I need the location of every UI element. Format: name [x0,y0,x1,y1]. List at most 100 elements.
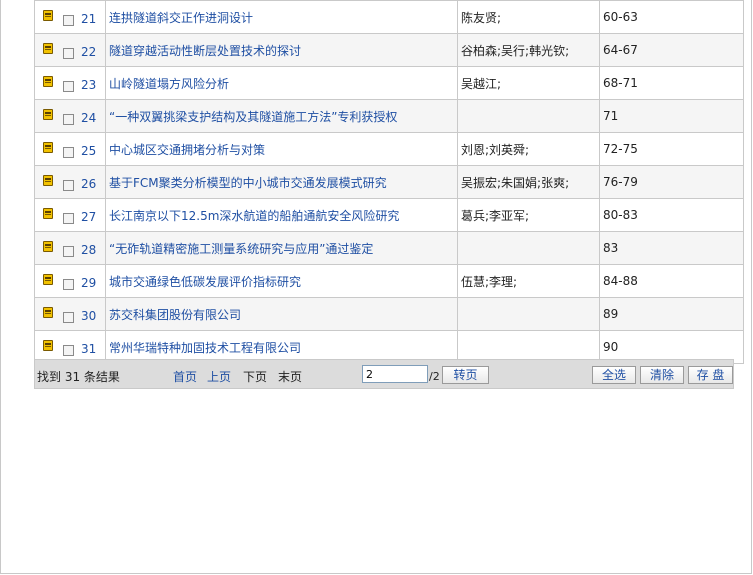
row-checkbox[interactable] [63,81,74,92]
row-checkbox[interactable] [63,345,74,356]
page-range: 84-88 [603,274,638,288]
row-controls: 30 [34,297,106,331]
article-title-link[interactable]: “无砟轨道精密施工测量系统研究与应用”通过鉴定 [109,242,373,256]
row-number: 23 [81,78,97,92]
page-range: 76-79 [603,175,638,189]
row-number: 21 [81,12,97,26]
result-count: 找到 31 条结果 [37,370,120,384]
row-number: 26 [81,177,97,191]
page-number-input[interactable] [362,365,428,383]
pages-cell: 68-71 [599,66,744,100]
clear-button[interactable]: 清除 [640,366,684,384]
pages-cell: 72-75 [599,132,744,166]
row-checkbox[interactable] [63,180,74,191]
title-cell: 城市交通绿色低碳发展评价指标研究 [105,264,458,298]
author-cell: 葛兵;李亚军; [457,198,600,232]
row-controls: 27 [34,198,106,232]
table-row: 22 隧道穿越活动性断层处置技术的探讨 谷柏森;吴行;韩光钦; 64-67 [34,33,744,67]
author-cell: 谷柏森;吴行;韩光钦; [457,33,600,67]
document-icon[interactable] [43,10,53,21]
article-title-link[interactable]: 山岭隧道塌方风险分析 [109,77,229,91]
article-title-link[interactable]: 城市交通绿色低碳发展评价指标研究 [109,275,301,289]
document-icon[interactable] [43,109,53,120]
document-icon[interactable] [43,307,53,318]
row-checkbox[interactable] [63,114,74,125]
article-title-link[interactable]: 中心城区交通拥堵分析与对策 [109,143,265,157]
total-pages: /2 [429,370,440,383]
page-range: 60-63 [603,10,638,24]
title-cell: “无砟轨道精密施工测量系统研究与应用”通过鉴定 [105,231,458,265]
row-controls: 24 [34,99,106,133]
article-title-link[interactable]: 隧道穿越活动性断层处置技术的探讨 [109,44,301,58]
article-title-link[interactable]: 苏交科集团股份有限公司 [109,308,241,322]
document-icon[interactable] [43,76,53,87]
author-text: 葛兵;李亚军; [461,208,530,223]
row-number: 22 [81,45,97,59]
author-text: 陈友贤; [461,10,502,25]
page-range: 90 [603,340,619,354]
page-range: 71 [603,109,619,123]
article-title-link[interactable]: 连拱隧道斜交正作进洞设计 [109,11,253,25]
row-checkbox[interactable] [63,48,74,59]
article-title-link[interactable]: 基于FCM聚类分析模型的中小城市交通发展模式研究 [109,176,387,190]
pages-cell: 76-79 [599,165,744,199]
pages-cell: 64-67 [599,33,744,67]
row-checkbox[interactable] [63,213,74,224]
row-checkbox[interactable] [63,246,74,257]
last-page-text: 末页 [278,370,303,384]
row-controls: 28 [34,231,106,265]
article-title-link[interactable]: 常州华瑞特种加固技术工程有限公司 [109,341,301,355]
document-icon[interactable] [43,241,53,252]
pages-cell: 60-63 [599,0,744,34]
row-controls: 25 [34,132,106,166]
save-button[interactable]: 存 盘 [688,366,733,384]
row-controls: 22 [34,33,106,67]
pages-cell: 80-83 [599,198,744,232]
document-icon[interactable] [43,340,53,351]
title-cell: 苏交科集团股份有限公司 [105,297,458,331]
row-checkbox[interactable] [63,312,74,323]
select-all-button[interactable]: 全选 [592,366,636,384]
title-cell: 中心城区交通拥堵分析与对策 [105,132,458,166]
pager-bar: 找到 31 条结果 首页 上页 下页 末页 /2 转页 全选 清除 存 盘 [34,359,734,389]
title-cell: 山岭隧道塌方风险分析 [105,66,458,100]
table-row: 29 城市交通绿色低碳发展评价指标研究 伍慧;李理; 84-88 [34,264,744,298]
document-icon[interactable] [43,208,53,219]
author-cell: 伍慧;李理; [457,264,600,298]
row-number: 31 [81,342,97,356]
title-cell: 基于FCM聚类分析模型的中小城市交通发展模式研究 [105,165,458,199]
next-page-text: 下页 [243,370,268,384]
row-checkbox[interactable] [63,147,74,158]
document-icon[interactable] [43,175,53,186]
title-cell: 长江南京以下12.5m深水航道的船舶通航安全风险研究 [105,198,458,232]
row-checkbox[interactable] [63,15,74,26]
page-range: 64-67 [603,43,638,57]
document-icon[interactable] [43,43,53,54]
author-text: 刘恩;刘英舜; [461,142,530,157]
author-text: 谷柏森;吴行;韩光钦; [461,43,570,58]
table-row: 28 “无砟轨道精密施工测量系统研究与应用”通过鉴定 83 [34,231,744,265]
results-table: 21 连拱隧道斜交正作进洞设计 陈友贤; 60-63 22 隧道穿越活动性断层处置技术的探… [34,0,744,364]
author-cell [457,99,600,133]
prev-page-link[interactable]: 上页 [207,368,231,385]
title-cell: “一种双翼挑梁支护结构及其隧道施工方法”专利获授权 [105,99,458,133]
first-page-link[interactable]: 首页 [173,368,197,385]
pages-cell: 89 [599,297,744,331]
go-page-button[interactable]: 转页 [442,366,489,384]
document-icon[interactable] [43,142,53,153]
row-number: 27 [81,210,97,224]
author-cell: 陈友贤; [457,0,600,34]
row-controls: 29 [34,264,106,298]
pages-cell: 84-88 [599,264,744,298]
table-row: 25 中心城区交通拥堵分析与对策 刘恩;刘英舜; 72-75 [34,132,744,166]
pages-cell: 71 [599,99,744,133]
row-checkbox[interactable] [63,279,74,290]
author-text: 吴振宏;朱国娟;张爽; [461,175,570,190]
table-row: 27 长江南京以下12.5m深水航道的船舶通航安全风险研究 葛兵;李亚军; 80-83 [34,198,744,232]
pages-cell: 83 [599,231,744,265]
document-icon[interactable] [43,274,53,285]
row-controls: 26 [34,165,106,199]
title-cell: 连拱隧道斜交正作进洞设计 [105,0,458,34]
article-title-link[interactable]: “一种双翼挑梁支护结构及其隧道施工方法”专利获授权 [109,110,397,124]
article-title-link[interactable]: 长江南京以下12.5m深水航道的船舶通航安全风险研究 [109,209,399,223]
